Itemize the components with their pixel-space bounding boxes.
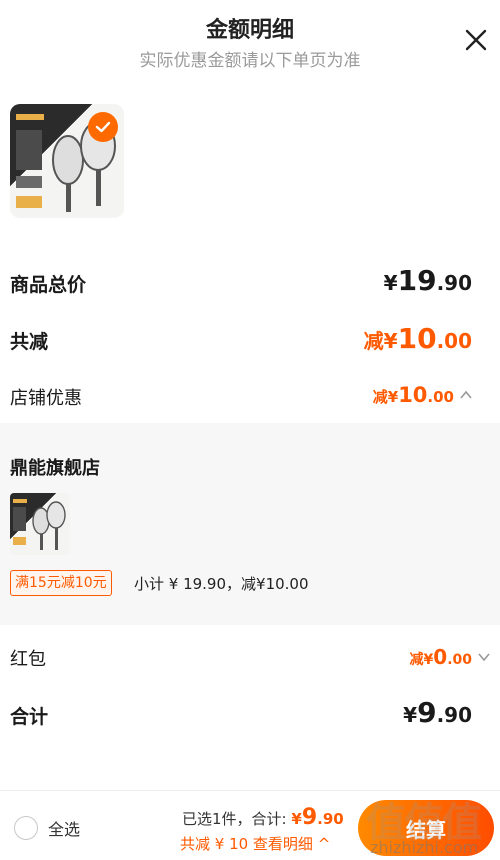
select-all-label: 全选 — [48, 820, 81, 839]
selected-check-badge — [88, 112, 118, 142]
store-product-image — [13, 499, 66, 550]
page-subtitle: 实际优惠金额请以下单页为准 — [139, 51, 361, 71]
radio-icon — [14, 816, 38, 840]
total-reduction-value: 减¥10.00 — [363, 322, 472, 355]
store-discount-value: 减¥10.00 — [372, 383, 454, 407]
sum-label: 合计 — [10, 706, 49, 728]
total-price-value: ¥19.90 — [383, 264, 472, 297]
total-price-label: 商品总价 — [10, 274, 87, 296]
red-packet-toggle[interactable]: 减¥0.00 — [410, 645, 492, 669]
store-product-thumbnail — [10, 493, 70, 555]
view-details-link[interactable]: 共减 ¥ 10 查看明细 ^ — [180, 833, 330, 854]
page-title: 金额明细 — [205, 18, 294, 43]
product-thumbnail[interactable] — [10, 104, 124, 218]
store-subtotal: 小计 ¥ 19.90，减¥10.00 — [134, 575, 309, 593]
red-packet-label: 红包 — [10, 649, 46, 670]
watermark-url: zhizhizhi.com — [370, 838, 479, 857]
selected-summary: 已选1件，合计: ¥9.90 — [182, 805, 344, 830]
store-discount-toggle[interactable]: 减¥10.00 — [373, 383, 474, 407]
sum-value: ¥9.90 — [403, 696, 472, 729]
selected-amount: ¥9.90 — [291, 805, 344, 830]
chevron-down-icon — [478, 653, 490, 662]
chevron-up-icon — [460, 390, 472, 399]
select-all-checkbox[interactable]: 全选 — [14, 816, 80, 840]
close-icon[interactable] — [462, 26, 490, 54]
store-name: 鼎能旗舰店 — [10, 458, 100, 479]
promo-tag: 满15元减10元 — [10, 570, 112, 596]
total-reduction-label: 共减 — [10, 331, 49, 353]
check-icon — [95, 121, 111, 133]
red-packet-value: 减¥0.00 — [409, 645, 472, 669]
store-discount-label: 店铺优惠 — [10, 388, 82, 409]
